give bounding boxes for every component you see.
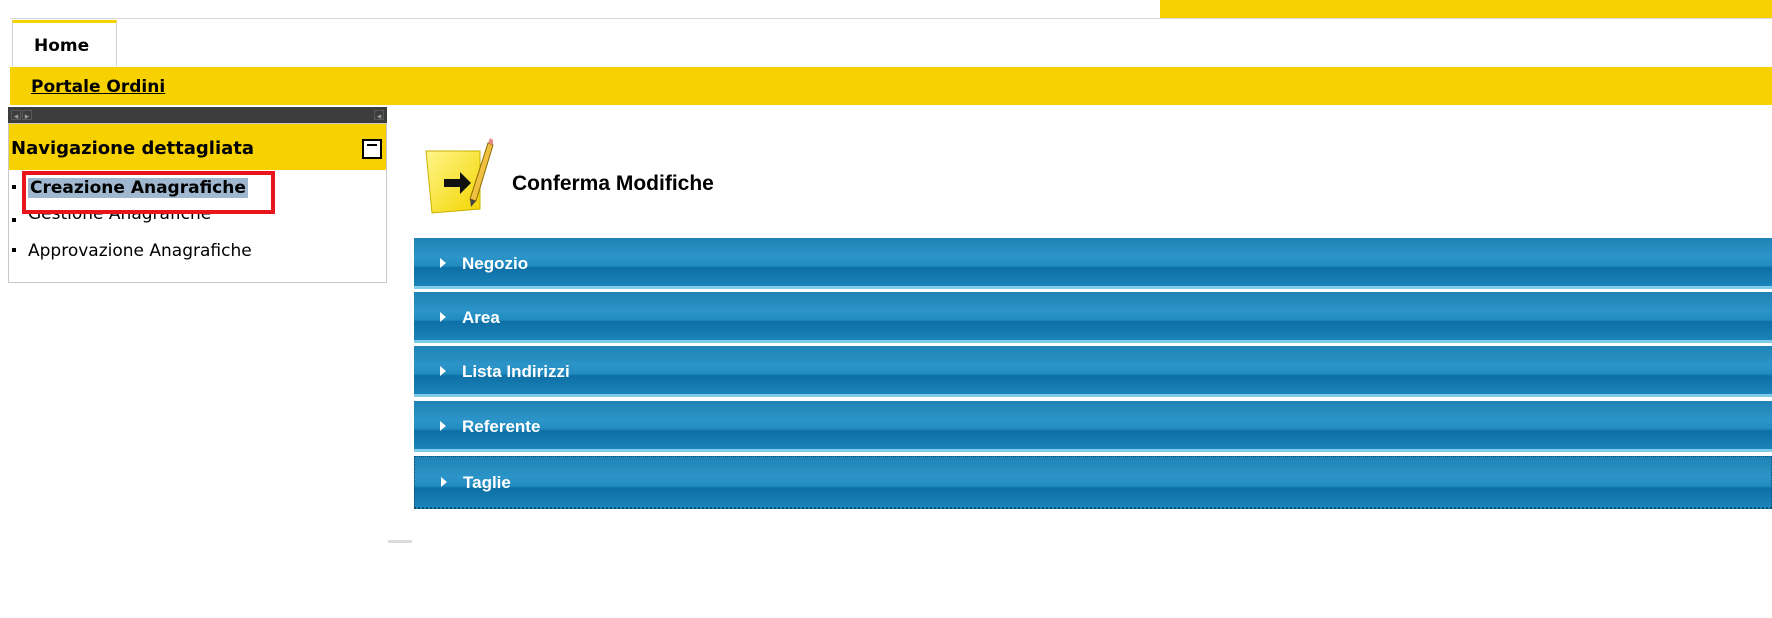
scroll-end-icon[interactable]: ◂ bbox=[374, 110, 384, 121]
bullet-icon bbox=[12, 217, 16, 222]
sidebar-item-label: Approvazione Anagrafiche bbox=[28, 241, 252, 261]
caret-right-icon bbox=[440, 421, 446, 431]
top-divider bbox=[10, 18, 1772, 19]
top-accent-bar bbox=[1160, 0, 1772, 18]
section-referente[interactable]: Referente bbox=[414, 401, 1772, 452]
app-window: Home Portale Ordini ◂ ▸ ◂ Navigazione de… bbox=[0, 0, 1772, 618]
caret-right-icon bbox=[440, 258, 446, 268]
arrow-note-pencil-icon bbox=[425, 138, 494, 214]
tab-home[interactable]: Home bbox=[12, 20, 117, 66]
sidebar-scrollbar[interactable]: ◂ ▸ ◂ bbox=[8, 107, 387, 123]
highlight-annotation-box bbox=[22, 171, 275, 214]
divider bbox=[388, 540, 412, 543]
section-area[interactable]: Area bbox=[414, 292, 1772, 343]
section-label: Taglie bbox=[463, 473, 511, 492]
page-title: Conferma Modifiche bbox=[512, 172, 714, 195]
breadcrumb: Portale Ordini bbox=[10, 67, 1772, 105]
section-negozio[interactable]: Negozio bbox=[414, 238, 1772, 289]
sidebar-title: Navigazione dettagliata bbox=[11, 138, 255, 159]
section-label: Referente bbox=[462, 417, 541, 436]
section-label: Lista Indirizzi bbox=[462, 362, 570, 381]
scroll-left-icon[interactable]: ◂ bbox=[11, 110, 21, 121]
caret-right-icon bbox=[441, 477, 447, 487]
section-label: Area bbox=[462, 308, 500, 327]
breadcrumb-portale-ordini-link[interactable]: Portale Ordini bbox=[31, 77, 165, 97]
tab-home-label: Home bbox=[34, 36, 90, 56]
bullet-icon bbox=[12, 247, 16, 252]
scroll-right-icon[interactable]: ▸ bbox=[22, 110, 32, 121]
section-label: Negozio bbox=[462, 254, 529, 273]
sidebar-header: Navigazione dettagliata bbox=[9, 124, 386, 170]
collapse-icon[interactable] bbox=[362, 139, 382, 159]
section-taglie[interactable]: Taglie bbox=[414, 456, 1772, 509]
section-lista-indirizzi[interactable]: Lista Indirizzi bbox=[414, 346, 1772, 397]
bullet-icon bbox=[12, 184, 16, 189]
caret-right-icon bbox=[440, 312, 446, 322]
sidebar-item-approvazione-anagrafiche[interactable]: Approvazione Anagrafiche bbox=[12, 241, 252, 261]
caret-right-icon bbox=[440, 366, 446, 376]
